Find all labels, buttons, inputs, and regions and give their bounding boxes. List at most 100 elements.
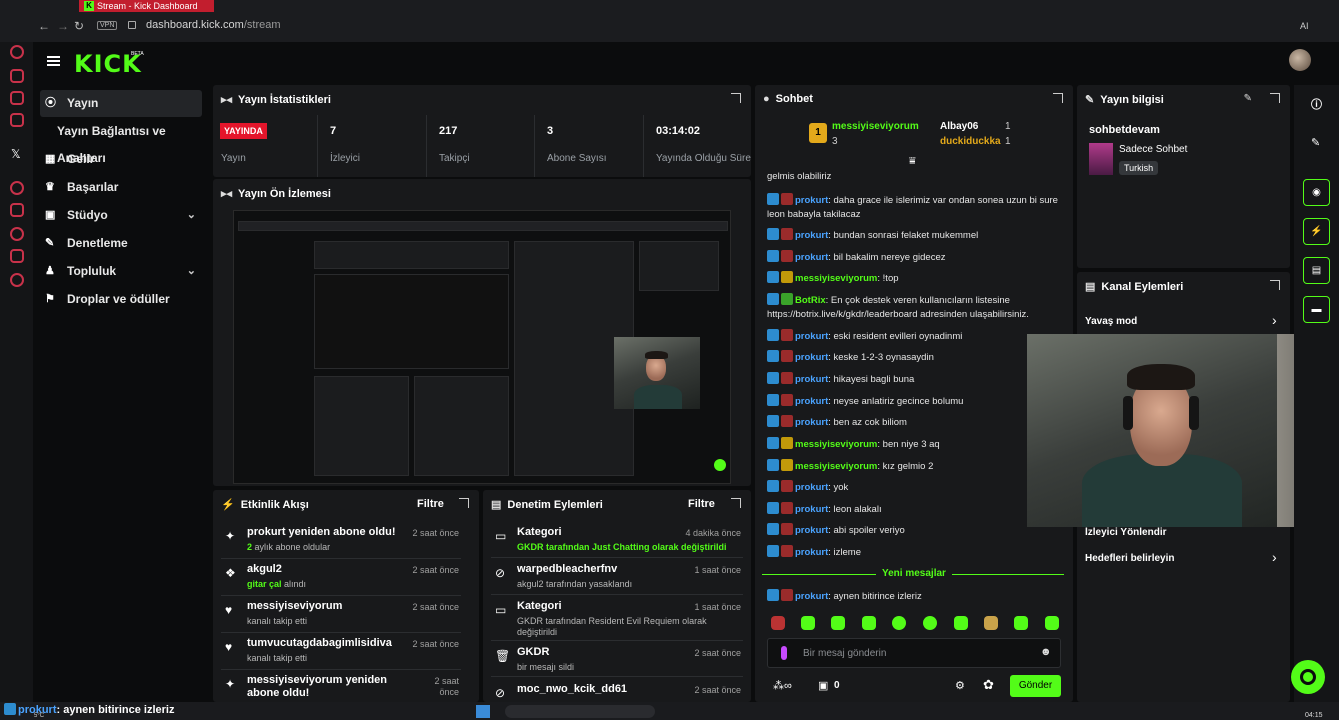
x-icon[interactable]: 𝕏 <box>11 147 21 161</box>
chat-username[interactable]: prokurt <box>795 525 828 536</box>
sidebar-item-studio[interactable]: ▣ Stüdyo ⌄ <box>40 202 202 229</box>
info-icon[interactable]: ⓘ <box>1311 96 1322 112</box>
popout-icon[interactable] <box>1053 93 1063 103</box>
chat-username[interactable]: prokurt <box>795 417 828 428</box>
opera-icon[interactable] <box>10 45 24 59</box>
menu-icon[interactable] <box>47 56 60 58</box>
revenue-icon: ▦ <box>45 153 56 165</box>
document-action-button[interactable]: ▤ <box>1303 257 1330 284</box>
users-icon[interactable]: ⁂∞ <box>773 679 792 692</box>
chat-username[interactable]: messiyiseviyorum <box>795 273 877 284</box>
chat-username[interactable]: prokurt <box>795 482 828 493</box>
emote-icon[interactable] <box>923 616 937 630</box>
sidebar-app-icon[interactable] <box>10 249 24 263</box>
forward-icon[interactable]: → <box>57 19 69 33</box>
raid-item[interactable]: İzleyici Yönlendir <box>1085 527 1167 538</box>
sidebar-item-drops[interactable]: ⚑ Droplar ve ödüller <box>40 286 202 313</box>
category-name[interactable]: Sadece Sohbet <box>1119 144 1187 155</box>
browser-tab[interactable]: K Stream - Kick Dashboard <box>79 0 214 12</box>
chat-username[interactable]: prokurt <box>795 396 828 407</box>
sidebar-item-moderation[interactable]: ✎ Denetleme <box>40 230 202 257</box>
top-supporter-name[interactable]: messiyiseviyorum <box>832 121 919 132</box>
gift-icon[interactable]: ✿ <box>983 677 994 693</box>
emote-icon[interactable] <box>771 616 785 630</box>
emoji-icon[interactable]: ☻ <box>1040 646 1052 658</box>
popout-icon[interactable] <box>459 498 469 508</box>
sidebar-item-community[interactable]: ♟ Topluluk ⌄ <box>40 258 202 285</box>
chat-username[interactable]: messiyiseviyorum <box>795 439 877 450</box>
popout-icon[interactable] <box>1270 280 1280 290</box>
chevron-down-icon[interactable]: ⌄ <box>187 202 196 229</box>
camera-action-button[interactable]: ◉ <box>1303 179 1330 206</box>
chat-username[interactable]: prokurt <box>795 504 828 515</box>
chat-username[interactable]: messiyiseviyorum <box>795 461 877 472</box>
emote-icon[interactable] <box>892 616 906 630</box>
edit-icon[interactable]: ✎ <box>1244 93 1252 104</box>
sidebar-app-icon[interactable] <box>10 69 24 83</box>
emote-icon[interactable] <box>801 616 815 630</box>
chat-username[interactable]: prokurt <box>795 547 828 558</box>
chevron-right-icon[interactable]: › <box>1272 312 1277 328</box>
mic-icon[interactable] <box>781 646 787 660</box>
emote-icon[interactable] <box>1045 616 1059 630</box>
popout-icon[interactable] <box>731 93 741 103</box>
windows-start-icon[interactable] <box>476 705 490 718</box>
reload-icon[interactable]: ↻ <box>74 19 84 33</box>
sidebar-app-icon[interactable] <box>10 181 24 195</box>
settings-icon[interactable] <box>10 273 24 287</box>
emote-icon[interactable] <box>984 616 998 630</box>
sidebar-app-icon[interactable] <box>10 91 24 105</box>
ai-button[interactable]: AI <box>1300 21 1309 31</box>
badge-icon <box>767 350 779 362</box>
emote-icon[interactable] <box>1014 616 1028 630</box>
chevron-down-icon[interactable]: ⌄ <box>187 258 196 285</box>
sidebar-item-stream[interactable]: ⦿ Yayın <box>40 90 202 117</box>
sidebar-item-revenue[interactable]: ▦ Gelir <box>40 146 202 173</box>
list-icon: ▤ <box>1085 281 1096 293</box>
support-chat-button[interactable] <box>1291 660 1325 694</box>
chat-action-button[interactable]: ▬ <box>1303 296 1330 323</box>
chat-username[interactable]: prokurt <box>795 374 828 385</box>
chat-username[interactable]: prokurt <box>795 195 828 206</box>
badge-icon <box>767 545 779 557</box>
emote-icon[interactable] <box>862 616 876 630</box>
sidebar-item-stream-key[interactable]: Yayın Bağlantısı ve Anahtarı <box>40 118 202 165</box>
filter-button[interactable]: Filtre <box>417 498 444 510</box>
second-supporter-name[interactable]: Albay06 <box>940 121 978 132</box>
avatar[interactable] <box>1289 49 1311 71</box>
history-icon[interactable] <box>10 227 24 241</box>
chat-username[interactable]: prokurt <box>795 230 828 241</box>
taskbar-search[interactable] <box>505 705 655 718</box>
popout-icon[interactable] <box>1270 93 1280 103</box>
list-item: ▭ Kategori GKDR tarafından Just Chatting o… <box>491 522 743 558</box>
edit-icon[interactable]: ✎ <box>1311 136 1320 149</box>
gear-icon[interactable]: ⚙ <box>955 679 965 692</box>
chat-username[interactable]: prokurt <box>795 252 828 263</box>
vpn-badge[interactable]: VPN <box>97 21 118 30</box>
chevron-right-icon[interactable]: › <box>1272 549 1277 565</box>
send-button[interactable]: Gönder <box>1010 675 1061 697</box>
chat-username[interactable]: BotRix <box>795 295 826 306</box>
sidebar-app-icon[interactable] <box>10 113 24 127</box>
emote-icon[interactable] <box>831 616 845 630</box>
chat-username[interactable]: prokurt <box>795 331 828 342</box>
third-supporter-name[interactable]: duckiduckka <box>940 136 1001 147</box>
chat-username[interactable]: prokurt <box>795 352 828 363</box>
pinned-icon[interactable]: ⩸ <box>909 155 916 168</box>
popout-icon[interactable] <box>731 498 741 508</box>
sidebar-item-achievements[interactable]: ♛ Başarılar <box>40 174 202 201</box>
slow-mode-item[interactable]: Yavaş mod <box>1085 316 1137 327</box>
document-icon: ▤ <box>491 499 502 511</box>
filter-button[interactable]: Filtre <box>688 498 715 510</box>
url-field[interactable]: dashboard.kick.com/stream <box>146 19 281 31</box>
chat-input[interactable]: Bir mesaj gönderin ☻ <box>767 638 1061 668</box>
sidebar-app-icon[interactable] <box>10 203 24 217</box>
emote-icon[interactable] <box>954 616 968 630</box>
flash-action-button[interactable]: ⚡ <box>1303 218 1330 245</box>
goals-item[interactable]: Hedefleri belirleyin <box>1085 553 1174 564</box>
stream-preview-video[interactable] <box>233 210 731 484</box>
panel-title: ✎ Yayın bilgisi <box>1085 94 1164 106</box>
back-icon[interactable]: ← <box>38 19 50 33</box>
chat-message: prokurt: yok <box>767 480 1067 495</box>
points-icon[interactable]: ▣ <box>818 679 828 692</box>
